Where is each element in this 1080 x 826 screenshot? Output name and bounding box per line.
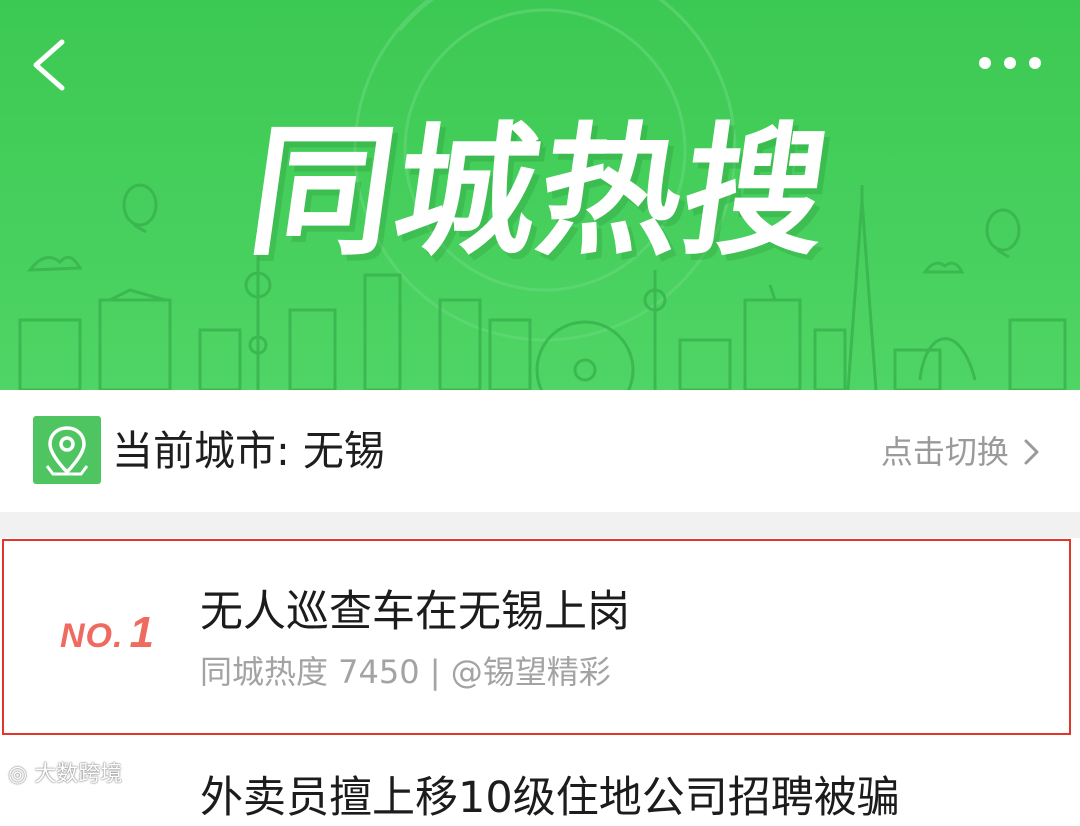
rank-number: 1 (129, 608, 154, 657)
current-city-label: 当前城市: 无锡 (112, 427, 385, 475)
item-title[interactable]: 外卖员擅上移10级住地公司招聘被骗 (200, 770, 900, 826)
banner-title: 同城热搜 (240, 110, 840, 275)
hot-search-banner: 同城热搜 (0, 0, 1080, 390)
chevron-right-icon (1024, 439, 1039, 465)
switch-city-label: 点击切换 (880, 433, 1009, 471)
map-pin-icon (33, 416, 101, 484)
ellipsis-icon (979, 57, 1041, 69)
rank-badge: NO. 1 (60, 608, 154, 658)
rank-prefix: NO. (60, 617, 124, 655)
section-divider (0, 512, 1080, 538)
item-title[interactable]: 无人巡查车在无锡上岗 (200, 584, 630, 640)
watermark: ◎ 大数跨境 (8, 756, 122, 790)
more-button[interactable] (968, 48, 1052, 78)
weibo-logo-icon: ◎ (8, 762, 35, 787)
watermark-text: 大数跨境 (34, 762, 123, 787)
back-button[interactable] (28, 36, 76, 94)
switch-city-button[interactable]: 点击切换 (881, 430, 1040, 474)
chevron-left-icon (33, 39, 65, 91)
item-meta: 同城热度 7450 | @锡望精彩 (200, 653, 611, 691)
